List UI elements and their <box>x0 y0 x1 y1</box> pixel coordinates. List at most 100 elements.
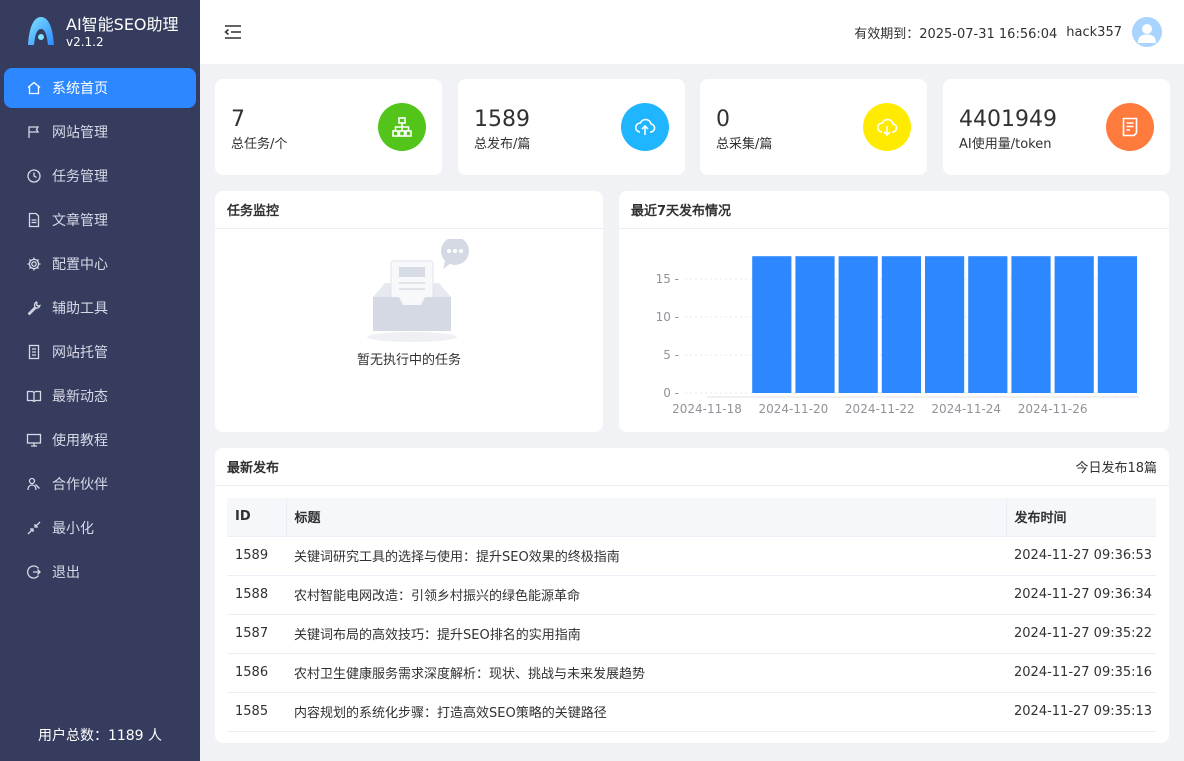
stat-label: 总任务/个 <box>231 137 288 152</box>
chart-bar[interactable] <box>925 256 965 393</box>
x-tick-label: 2024-11-18 <box>672 402 742 416</box>
sidebar-item-label: 配置中心 <box>52 257 108 273</box>
stat-label: 总采集/篇 <box>716 137 773 152</box>
sidebar-item-label: 文章管理 <box>52 213 108 229</box>
expire-label: 有效期到：2025-07-31 16:56:04 <box>854 26 1058 42</box>
cloud-download-icon <box>863 103 911 151</box>
minimize-icon <box>26 520 42 536</box>
sidebar-item-label: 网站托管 <box>52 345 108 361</box>
task-monitor-panel: 任务监控 暂无执行中的任务 <box>215 191 603 432</box>
sidebar-item-sites[interactable]: 网站管理 <box>4 112 196 152</box>
cell-time: 2024-11-27 09:36:53 <box>1006 536 1156 576</box>
column-header-title: 标题 <box>286 498 1007 537</box>
stat-label: AI使用量/token <box>959 137 1052 152</box>
stat-value: 0 <box>716 107 730 132</box>
chart-bar[interactable] <box>1011 256 1051 393</box>
menu-fold-icon[interactable] <box>224 23 242 41</box>
cell-title[interactable]: 农村卫生健康服务需求深度解析：现状、挑战与未来发展趋势 <box>286 653 1006 693</box>
sidebar: AI智能SEO助理 v2.1.2 系统首页 网站管理 任务管理 文章管理 配置中… <box>0 0 200 761</box>
sidebar-item-label: 任务管理 <box>52 169 108 185</box>
stat-value: 1589 <box>474 107 530 132</box>
recent-table: ID 标题 发布时间 1589 关键词研究工具的选择与使用：提升SEO效果的终极… <box>227 498 1156 732</box>
logo-icon <box>28 17 54 45</box>
cell-title[interactable]: 内容规划的系统化步骤：打造高效SEO策略的关键路径 <box>286 692 1006 732</box>
cell-title[interactable]: 关键词研究工具的选择与使用：提升SEO效果的终极指南 <box>286 536 1006 576</box>
brand: AI智能SEO助理 v2.1.2 <box>0 0 200 64</box>
cloud-upload-icon <box>621 103 669 151</box>
table-row[interactable]: 1586 农村卫生健康服务需求深度解析：现状、挑战与未来发展趋势 2024-11… <box>227 653 1156 693</box>
flag-icon <box>26 124 42 140</box>
stat-label: 总发布/篇 <box>474 137 531 152</box>
cell-time: 2024-11-27 09:35:13 <box>1006 692 1156 732</box>
today-count: 今日发布18篇 <box>1075 461 1157 476</box>
table-row[interactable]: 1588 农村智能电网改造：引领乡村振兴的绿色能源革命 2024-11-27 0… <box>227 575 1156 615</box>
sidebar-item-articles[interactable]: 文章管理 <box>4 200 196 240</box>
column-header-id: ID <box>227 498 287 537</box>
sidebar-item-label: 系统首页 <box>52 81 108 97</box>
panel-title: 最新发布 <box>227 461 280 476</box>
sidebar-item-minimize[interactable]: 最小化 <box>4 508 196 548</box>
sidebar-item-label: 最小化 <box>52 521 94 537</box>
cell-title[interactable]: 关键词布局的高效技巧：提升SEO排名的实用指南 <box>286 614 1006 654</box>
table-row[interactable]: 1587 关键词布局的高效技巧：提升SEO排名的实用指南 2024-11-27 … <box>227 614 1156 654</box>
sidebar-item-partners[interactable]: 合作伙伴 <box>4 464 196 504</box>
logout-icon <box>26 564 42 580</box>
panel-header: 任务监控 <box>215 191 603 229</box>
panel-title: 任务监控 <box>227 204 280 219</box>
weekly-publish-chart: 0 - 5 - 10 - 15 - 2024-11-18 2024-11-20 2024-1… <box>656 256 1139 416</box>
panel-title: 最近7天发布情况 <box>631 204 732 219</box>
app-version: v2.1.2 <box>66 35 104 49</box>
sidebar-item-label: 使用教程 <box>52 433 108 449</box>
chart-bar[interactable] <box>881 256 921 393</box>
stat-card-ai-usage: 4401949 AI使用量/token <box>943 79 1170 175</box>
cell-time: 2024-11-27 09:36:34 <box>1006 575 1156 615</box>
sidebar-item-label: 合作伙伴 <box>52 477 108 493</box>
chart-bar[interactable] <box>968 256 1008 393</box>
sidebar-item-config[interactable]: 配置中心 <box>4 244 196 284</box>
monitor-icon <box>26 432 42 448</box>
stat-card-tasks: 7 总任务/个 <box>215 79 442 175</box>
receipt-icon <box>1106 103 1154 151</box>
sidebar-item-tasks[interactable]: 任务管理 <box>4 156 196 196</box>
cell-id: 1586 <box>227 653 286 693</box>
notebook-icon <box>26 344 42 360</box>
sidebar-item-tutorial[interactable]: 使用教程 <box>4 420 196 460</box>
sidebar-nav: 系统首页 网站管理 任务管理 文章管理 配置中心 辅助工具 网站托管 最新动态 <box>0 68 200 592</box>
document-icon <box>26 212 42 228</box>
y-tick-label: 5 - <box>663 348 679 362</box>
y-tick-label: 0 - <box>663 386 679 400</box>
table-header-row: ID 标题 发布时间 <box>227 498 1156 537</box>
stat-value: 7 <box>231 107 245 132</box>
clock-icon <box>26 168 42 184</box>
sidebar-item-hosting[interactable]: 网站托管 <box>4 332 196 372</box>
cell-id: 1585 <box>227 692 286 732</box>
y-tick-label: 15 - <box>656 272 679 286</box>
cell-id: 1589 <box>227 536 286 576</box>
empty-text: 暂无执行中的任务 <box>356 353 461 368</box>
chart-bar[interactable] <box>1054 256 1094 393</box>
sidebar-item-tools[interactable]: 辅助工具 <box>4 288 196 328</box>
avatar[interactable] <box>1132 17 1162 47</box>
stat-value: 4401949 <box>959 107 1057 132</box>
x-tick-label: 2024-11-26 <box>1018 402 1088 416</box>
table-row[interactable]: 1585 内容规划的系统化步骤：打造高效SEO策略的关键路径 2024-11-2… <box>227 692 1156 732</box>
chart-bar[interactable] <box>795 256 835 393</box>
panel-header: 最近7天发布情况 <box>619 191 1169 229</box>
sidebar-item-label: 退出 <box>52 565 80 581</box>
recent-publish-panel: 最新发布 今日发布18篇 ID 标题 发布时间 1589 关键词研究工具的选择与… <box>215 448 1169 743</box>
chart-bar[interactable] <box>838 256 878 393</box>
sidebar-item-logout[interactable]: 退出 <box>4 552 196 592</box>
username[interactable]: hack357 <box>1066 25 1122 40</box>
empty-state: 暂无执行中的任务 <box>215 231 603 431</box>
cell-time: 2024-11-27 09:35:22 <box>1006 614 1156 654</box>
table-row[interactable]: 1589 关键词研究工具的选择与使用：提升SEO效果的终极指南 2024-11-… <box>227 536 1156 576</box>
header-user-area: 有效期到：2025-07-31 16:56:04 hack357 <box>854 17 1162 47</box>
cell-title[interactable]: 农村智能电网改造：引领乡村振兴的绿色能源革命 <box>286 575 1006 615</box>
chart-bar[interactable] <box>752 256 792 393</box>
sidebar-item-home[interactable]: 系统首页 <box>4 68 196 108</box>
x-tick-label: 2024-11-24 <box>931 402 1001 416</box>
sidebar-item-news[interactable]: 最新动态 <box>4 376 196 416</box>
book-icon <box>26 388 42 404</box>
chart-bar[interactable] <box>1097 256 1137 393</box>
stat-card-published: 1589 总发布/篇 <box>458 79 685 175</box>
